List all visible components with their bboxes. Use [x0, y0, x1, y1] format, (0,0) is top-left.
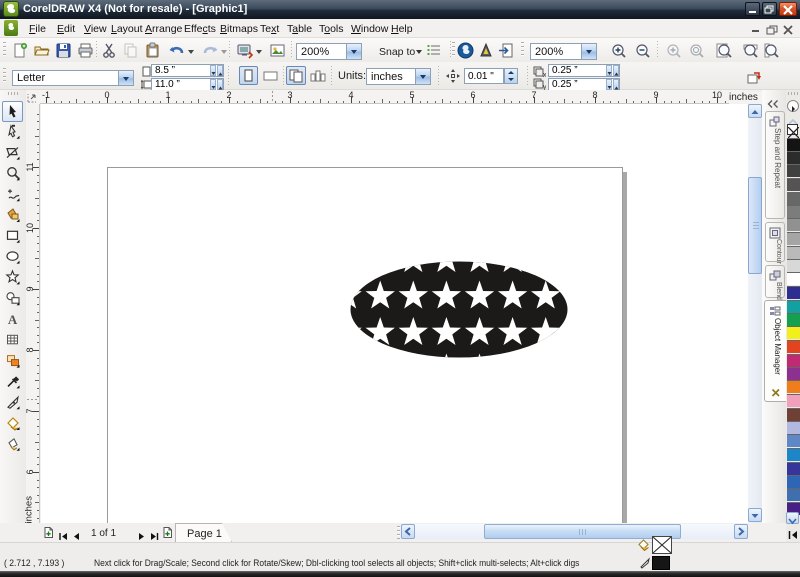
svg-text:A: A [8, 312, 18, 327]
